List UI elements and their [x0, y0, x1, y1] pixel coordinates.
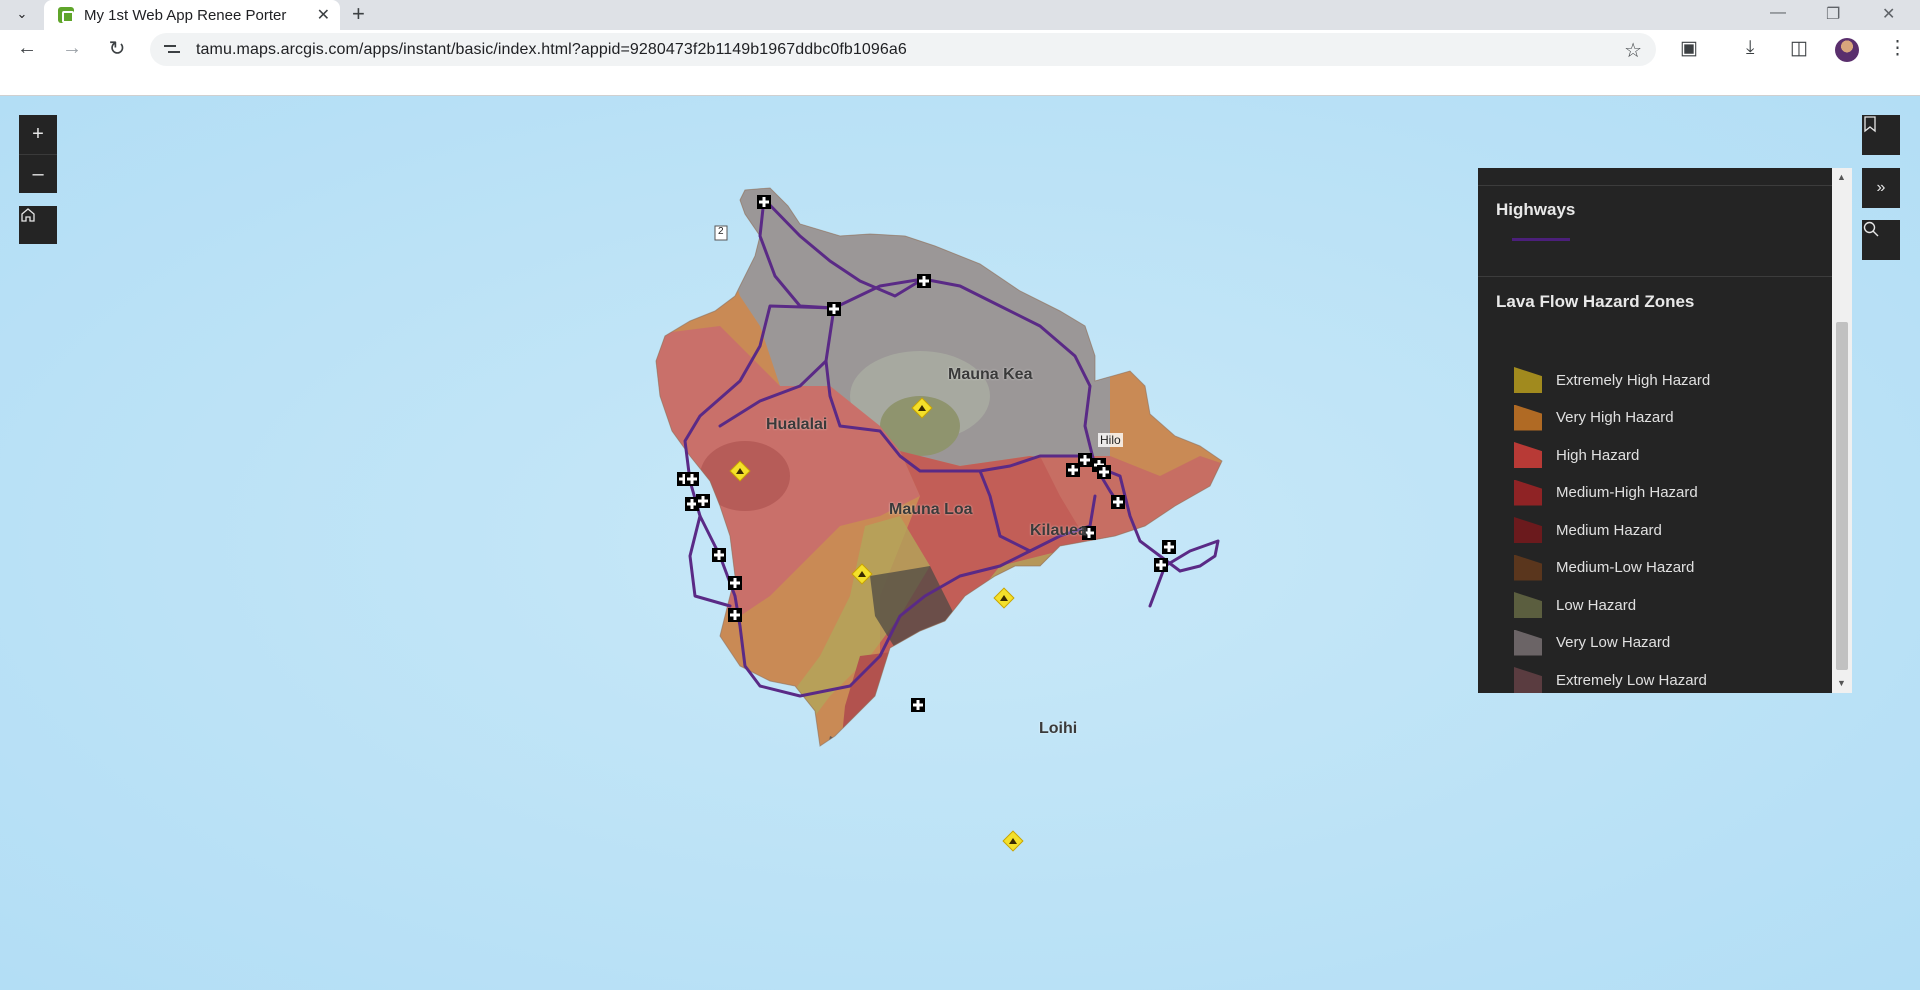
- hospital-icon: [911, 698, 925, 712]
- restore-icon[interactable]: ❐: [1826, 4, 1840, 24]
- browser-toolbar: ← → ↻ tamu.maps.arcgis.com/apps/instant/…: [0, 30, 1920, 66]
- zoom-out-button[interactable]: –: [19, 155, 57, 193]
- legend-item: Extremely High Hazard: [1514, 366, 1710, 394]
- minimize-icon[interactable]: —: [1770, 4, 1786, 22]
- legend-item-label: Low Hazard: [1556, 596, 1637, 614]
- legend-item-label: Extremely Low Hazard: [1556, 671, 1707, 689]
- profile-avatar[interactable]: [1835, 38, 1859, 62]
- back-icon[interactable]: ←: [13, 34, 41, 62]
- address-bar[interactable]: tamu.maps.arcgis.com/apps/instant/basic/…: [150, 33, 1656, 66]
- legend-swatch: [1514, 667, 1542, 693]
- legend-swatch: [1514, 442, 1542, 468]
- home-icon: [21, 208, 35, 222]
- hospital-icon: [712, 548, 726, 562]
- label-mauna-kea: Mauna Kea: [948, 366, 1033, 383]
- browser-tab[interactable]: My 1st Web App Renee Porter ✕: [44, 0, 340, 30]
- hospital-icon: [917, 274, 931, 288]
- legend-item-label: Extremely High Hazard: [1556, 371, 1711, 389]
- zoom-in-button[interactable]: +: [19, 115, 57, 155]
- tab-title: My 1st Web App Renee Porter: [84, 6, 287, 24]
- legend-item: Low Hazard: [1514, 591, 1636, 619]
- label-hualalai: Hualalai: [766, 416, 828, 433]
- new-tab-icon[interactable]: +: [352, 1, 365, 27]
- hospital-icon: [685, 472, 699, 486]
- legend-section-divider: [1478, 276, 1832, 277]
- label-mauna-loa: Mauna Loa: [889, 501, 973, 518]
- legend-item-label: High Hazard: [1556, 446, 1640, 464]
- legend-swatch: [1514, 629, 1542, 656]
- legend-item: Medium-High Hazard: [1514, 479, 1698, 507]
- extensions-icon[interactable]: ▣: [1680, 37, 1698, 60]
- scroll-up-icon[interactable]: ▲: [1837, 172, 1846, 182]
- hospital-icon: [728, 608, 742, 622]
- label-loihi: Loihi: [1039, 720, 1078, 737]
- legend-swatch: [1514, 592, 1542, 618]
- route-shield-label: 2: [718, 226, 724, 237]
- hospital-icon: [1066, 463, 1080, 477]
- hospital-icon: [827, 302, 841, 316]
- legend-item-label: Very Low Hazard: [1556, 634, 1671, 651]
- scrollbar-thumb[interactable]: [1836, 322, 1848, 670]
- bookmark-icon: [1864, 116, 1876, 133]
- search-icon: [1863, 221, 1879, 237]
- address-url[interactable]: tamu.maps.arcgis.com/apps/instant/basic/…: [196, 41, 907, 59]
- home-button[interactable]: [19, 206, 57, 244]
- legend-scrollbar[interactable]: ▲ ▼: [1832, 168, 1852, 693]
- map-view[interactable]: 2 Mauna Kea Hualalai Mauna Loa Kilauea L…: [0, 96, 1920, 990]
- side-panel-icon[interactable]: ◫: [1790, 37, 1808, 60]
- site-info-icon[interactable]: [164, 43, 182, 57]
- legend-item: Extremely Low Hazard: [1514, 666, 1707, 694]
- label-hilo: Hilo: [1098, 433, 1123, 447]
- legend-item-label: Medium-Low Hazard: [1556, 559, 1695, 576]
- scroll-down-icon[interactable]: ▼: [1837, 678, 1846, 688]
- hospital-icon: [728, 576, 742, 590]
- legend-item: Very High Hazard: [1514, 404, 1674, 432]
- legend-top-divider: [1478, 185, 1832, 186]
- hospital-icon: [1078, 453, 1092, 467]
- legend-panel[interactable]: Highways Lava Flow Hazard Zones Extremel…: [1478, 168, 1852, 693]
- legend-swatch: [1514, 404, 1542, 431]
- legend-item: Medium Hazard: [1514, 516, 1662, 544]
- arcgis-favicon-icon: [58, 7, 74, 23]
- browser-menu-icon[interactable]: ⋮: [1888, 37, 1907, 60]
- legend-item-label: Medium-High Hazard: [1556, 484, 1698, 501]
- hospital-icon: [1162, 540, 1176, 554]
- tab-search-icon[interactable]: ⌄: [8, 2, 36, 26]
- hospital-icon: [757, 195, 771, 209]
- legend-swatch: [1514, 367, 1542, 393]
- tab-close-icon[interactable]: ✕: [317, 5, 330, 25]
- browser-tab-bar: ⌄ My 1st Web App Renee Porter ✕ + — ❐ ✕: [0, 0, 1920, 30]
- hospital-icon: [1097, 465, 1111, 479]
- bookmarks-button[interactable]: [1862, 115, 1900, 155]
- legend-item: High Hazard: [1514, 441, 1639, 469]
- collapse-legend-button[interactable]: »: [1862, 168, 1900, 208]
- reload-icon[interactable]: ↻: [103, 34, 131, 62]
- download-icon[interactable]: ⤓: [1746, 37, 1754, 59]
- hospital-icon: [1154, 558, 1168, 572]
- forward-icon[interactable]: →: [58, 34, 86, 62]
- legend-item: Medium-Low Hazard: [1514, 554, 1694, 582]
- highway-line-swatch: [1512, 238, 1570, 241]
- legend-item-label: Medium Hazard: [1556, 521, 1662, 539]
- label-kilauea: Kilauea: [1030, 522, 1087, 539]
- legend-highways-title: Highways: [1496, 200, 1576, 219]
- legend-swatch: [1514, 479, 1542, 506]
- search-button[interactable]: [1862, 220, 1900, 260]
- hospital-icon: [696, 494, 710, 508]
- legend-item: Very Low Hazard: [1514, 629, 1670, 657]
- legend-swatch: [1514, 554, 1542, 581]
- legend-swatch: [1514, 517, 1542, 543]
- hospital-icon: [1111, 495, 1125, 509]
- window-close-icon[interactable]: ✕: [1882, 4, 1895, 24]
- double-chevron-right-icon: »: [1876, 179, 1886, 196]
- legend-item-label: Very High Hazard: [1556, 409, 1674, 426]
- bookmark-star-icon[interactable]: ☆: [1624, 38, 1642, 63]
- legend-lava-title: Lava Flow Hazard Zones: [1496, 292, 1695, 311]
